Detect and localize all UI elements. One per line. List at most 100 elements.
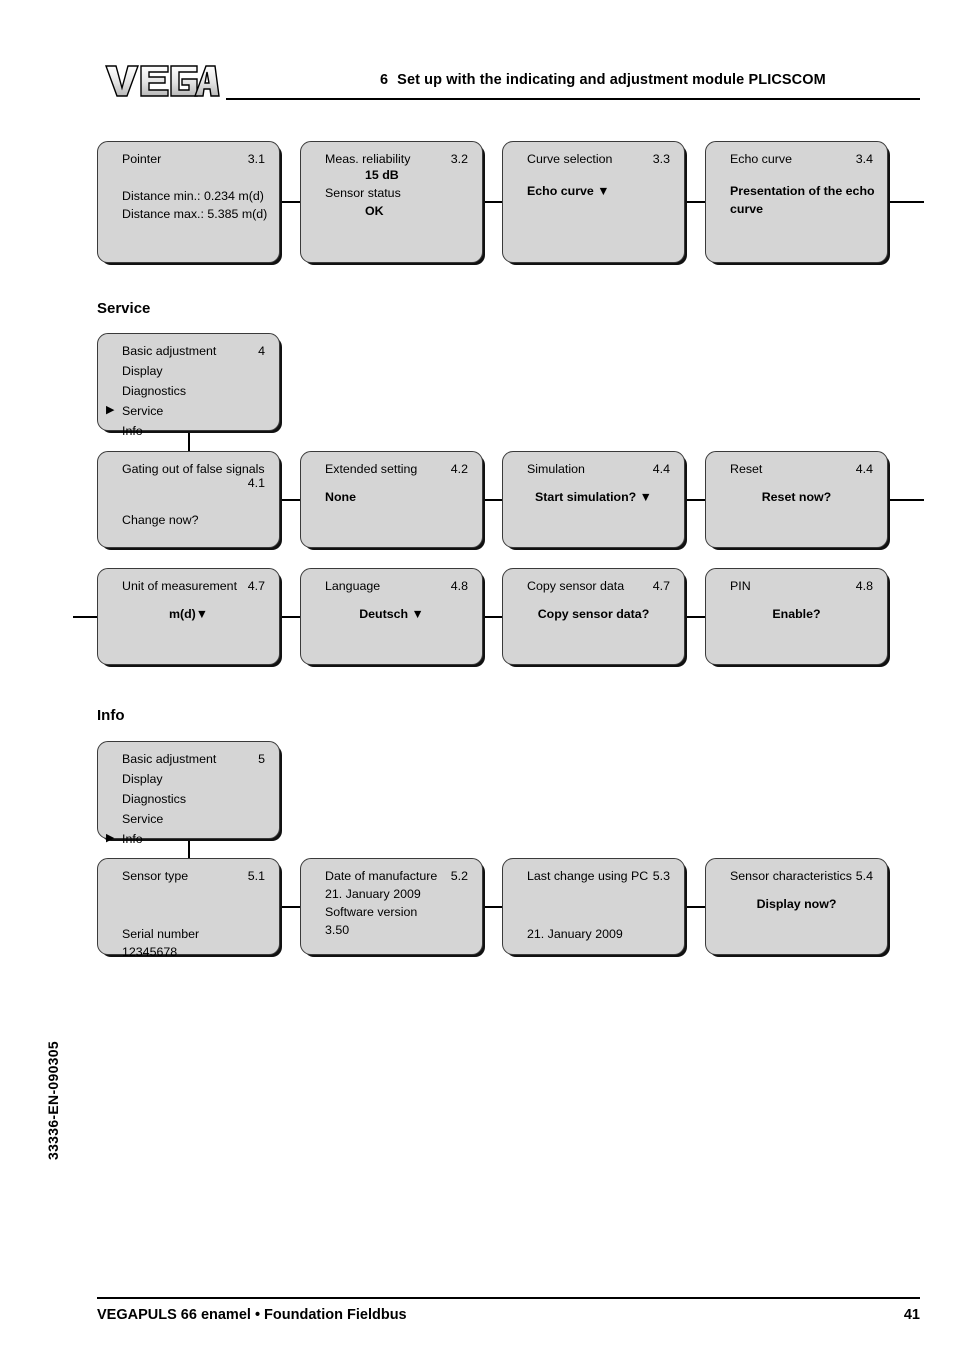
box-number: 3.3 — [652, 152, 670, 166]
box-title: PIN — [730, 579, 751, 593]
menu-item-label: Basic adjustment — [122, 344, 217, 358]
box-number: 5.2 — [450, 869, 468, 883]
header-divider — [226, 98, 920, 100]
menu-item-basic-adjustment[interactable]: Basic adjustment 5 — [98, 752, 279, 766]
flow-box-3-2[interactable]: Meas. reliability 3.2 15 dB Sensor status OK — [300, 141, 483, 263]
connector-service-r2-in — [73, 615, 97, 618]
flow-box-4-4-2[interactable]: Simulation 4.4 Start simulation? ▼ — [502, 451, 685, 548]
box-line: Start simulation? ▼ — [535, 490, 652, 504]
footer-page-number: 41 — [903, 1307, 920, 1323]
box-number: 4.4 — [652, 462, 670, 476]
menu-item-service[interactable]: Service — [98, 403, 279, 418]
menu-item-label: Info — [122, 424, 143, 438]
menu-item-label: Service — [122, 404, 164, 418]
box-title-row: Language 4.8 — [301, 579, 482, 593]
box-title-row: Extended setting 4.2 — [301, 462, 482, 476]
flow-box-4-7-b2[interactable]: Copy sensor data 4.7 Copy sensor data? — [502, 568, 685, 665]
box-title: Reset — [730, 462, 763, 476]
connector-info-menu-down — [188, 841, 190, 859]
menu-item-label: Display — [122, 772, 163, 786]
service-section-heading: Service — [97, 300, 151, 317]
menu-item-label: Info — [122, 832, 143, 846]
connector-service-r2-0 — [282, 615, 300, 618]
flow-box-4-1-0[interactable]: Gating out of false signals 4.1 Change now… — [97, 451, 280, 548]
connector-row0-0 — [282, 201, 300, 203]
box-line: 12345678 — [122, 945, 178, 959]
box-title: Unit of measurement — [122, 579, 238, 593]
box-title: Sensor characteristics — [730, 869, 852, 883]
box-title-row: Meas. reliability 3.2 — [301, 152, 482, 166]
connector-service-r1-2 — [687, 498, 705, 501]
connector-info-r1-0 — [282, 905, 300, 908]
box-title: Gating out of false signals — [122, 462, 265, 476]
box-title-row: Copy sensor data 4.7 — [503, 579, 684, 593]
box-line: 3.50 — [325, 923, 350, 937]
box-title: Last change using PC — [527, 869, 649, 883]
section-title: Set up with the indicating and adjustmen… — [397, 72, 826, 88]
box-line: m(d)▼ — [168, 607, 209, 621]
document-code: 33336-EN-090305 — [45, 1041, 61, 1160]
footer-divider — [97, 1297, 920, 1299]
box-number: 3.2 — [450, 152, 468, 166]
box-number: 4.8 — [450, 579, 468, 593]
menu-item-diagnostics[interactable]: Diagnostics — [98, 384, 279, 398]
flow-box-5-1[interactable]: Sensor type 5.1 Serial number 12345678 — [97, 858, 280, 959]
box-line: Copy sensor data? — [537, 607, 650, 621]
box-line: curve — [730, 202, 764, 216]
box-line: Presentation of the echo — [730, 184, 875, 198]
box-title: Sensor type — [122, 869, 189, 883]
box-line: Distance min.: 0.234 m(d) — [122, 189, 264, 203]
box-line: Change now? — [122, 513, 199, 527]
info-menu-box[interactable]: Basic adjustment 5 Display Diagnostics Servi… — [97, 741, 280, 846]
menu-item-basic-adjustment[interactable]: Basic adjustment 4 — [98, 344, 279, 358]
box-title-row: Pointer 3.1 — [98, 152, 279, 166]
box-number: 4.8 — [855, 579, 873, 593]
menu-item-diagnostics[interactable]: Diagnostics — [98, 792, 279, 806]
flow-box-4-7-b0[interactable]: Unit of measurement 4.7 m(d)▼ — [97, 568, 280, 665]
service-menu-box[interactable]: Basic adjustment 4 Display Diagnostics Servi… — [97, 333, 280, 438]
box-title: Extended setting — [325, 462, 418, 476]
box-line: Echo curve ▼ — [527, 184, 610, 198]
flow-box-3-4[interactable]: Echo curve 3.4 Presentation of the echo cur… — [705, 141, 888, 263]
flow-box-5-2[interactable]: Date of manufacture 5.2 21. January 2009 So… — [300, 858, 483, 955]
flow-box-3-3[interactable]: Curve selection 3.3 Echo curve ▼ — [502, 141, 685, 263]
flow-box-4-8-b1[interactable]: Language 4.8 Deutsch ▼ — [300, 568, 483, 665]
flow-box-4-8-b3[interactable]: PIN 4.8 Enable? — [705, 568, 888, 665]
box-title-row: Last change using PC 5.3 — [503, 869, 684, 883]
vega-logo — [104, 64, 220, 98]
connector-service-r2-2 — [687, 615, 705, 618]
menu-item-label: Diagnostics — [122, 792, 187, 806]
box-number: 3.4 — [855, 152, 873, 166]
connector-row0-2 — [687, 201, 705, 203]
box-number: 3.1 — [247, 152, 265, 166]
connector-row0-1 — [485, 201, 502, 203]
flow-box-4-4-3[interactable]: Reset 4.4 Reset now? — [705, 451, 888, 548]
menu-item-display[interactable]: Display — [98, 772, 279, 786]
box-title-row: Sensor characteristics 5.4 — [706, 869, 887, 883]
flow-box-4-2-1[interactable]: Extended setting 4.2 None — [300, 451, 483, 548]
box-number: 4.7 — [247, 579, 265, 593]
page-title: 6 Set up with the indicating and adjustme… — [380, 72, 826, 88]
menu-number: 4 — [258, 344, 265, 358]
box-line: Software version — [325, 905, 418, 919]
box-title: Curve selection — [527, 152, 613, 166]
box-title: Date of manufacture — [325, 869, 438, 883]
box-line: Serial number — [122, 927, 200, 941]
box-title: Language — [325, 579, 381, 593]
flow-box-5-3[interactable]: Last change using PC 5.3 21. January 2009 — [502, 858, 685, 955]
box-number: 5.3 — [652, 869, 670, 883]
menu-item-service[interactable]: Service — [98, 812, 279, 826]
box-title: Copy sensor data — [527, 579, 625, 593]
box-title-row: Curve selection 3.3 — [503, 152, 684, 166]
flow-box-5-4[interactable]: Sensor characteristics 5.4 Display now? — [705, 858, 888, 955]
flow-box-3-1[interactable]: Pointer 3.1 Distance min.: 0.234 m(d) Dista… — [97, 141, 280, 263]
menu-item-display[interactable]: Display — [98, 364, 279, 378]
box-title-row: Gating out of false signals 4.1 — [98, 462, 279, 490]
box-title: Simulation — [527, 462, 585, 476]
box-title-row: Sensor type 5.1 — [98, 869, 279, 883]
box-line: Distance max.: 5.385 m(d) — [122, 207, 268, 221]
box-title-row: Reset 4.4 — [706, 462, 887, 476]
menu-item-label: Service — [122, 812, 164, 826]
box-title-row: Simulation 4.4 — [503, 462, 684, 476]
page-header: 6 Set up with the indicating and adjustme… — [0, 0, 954, 110]
